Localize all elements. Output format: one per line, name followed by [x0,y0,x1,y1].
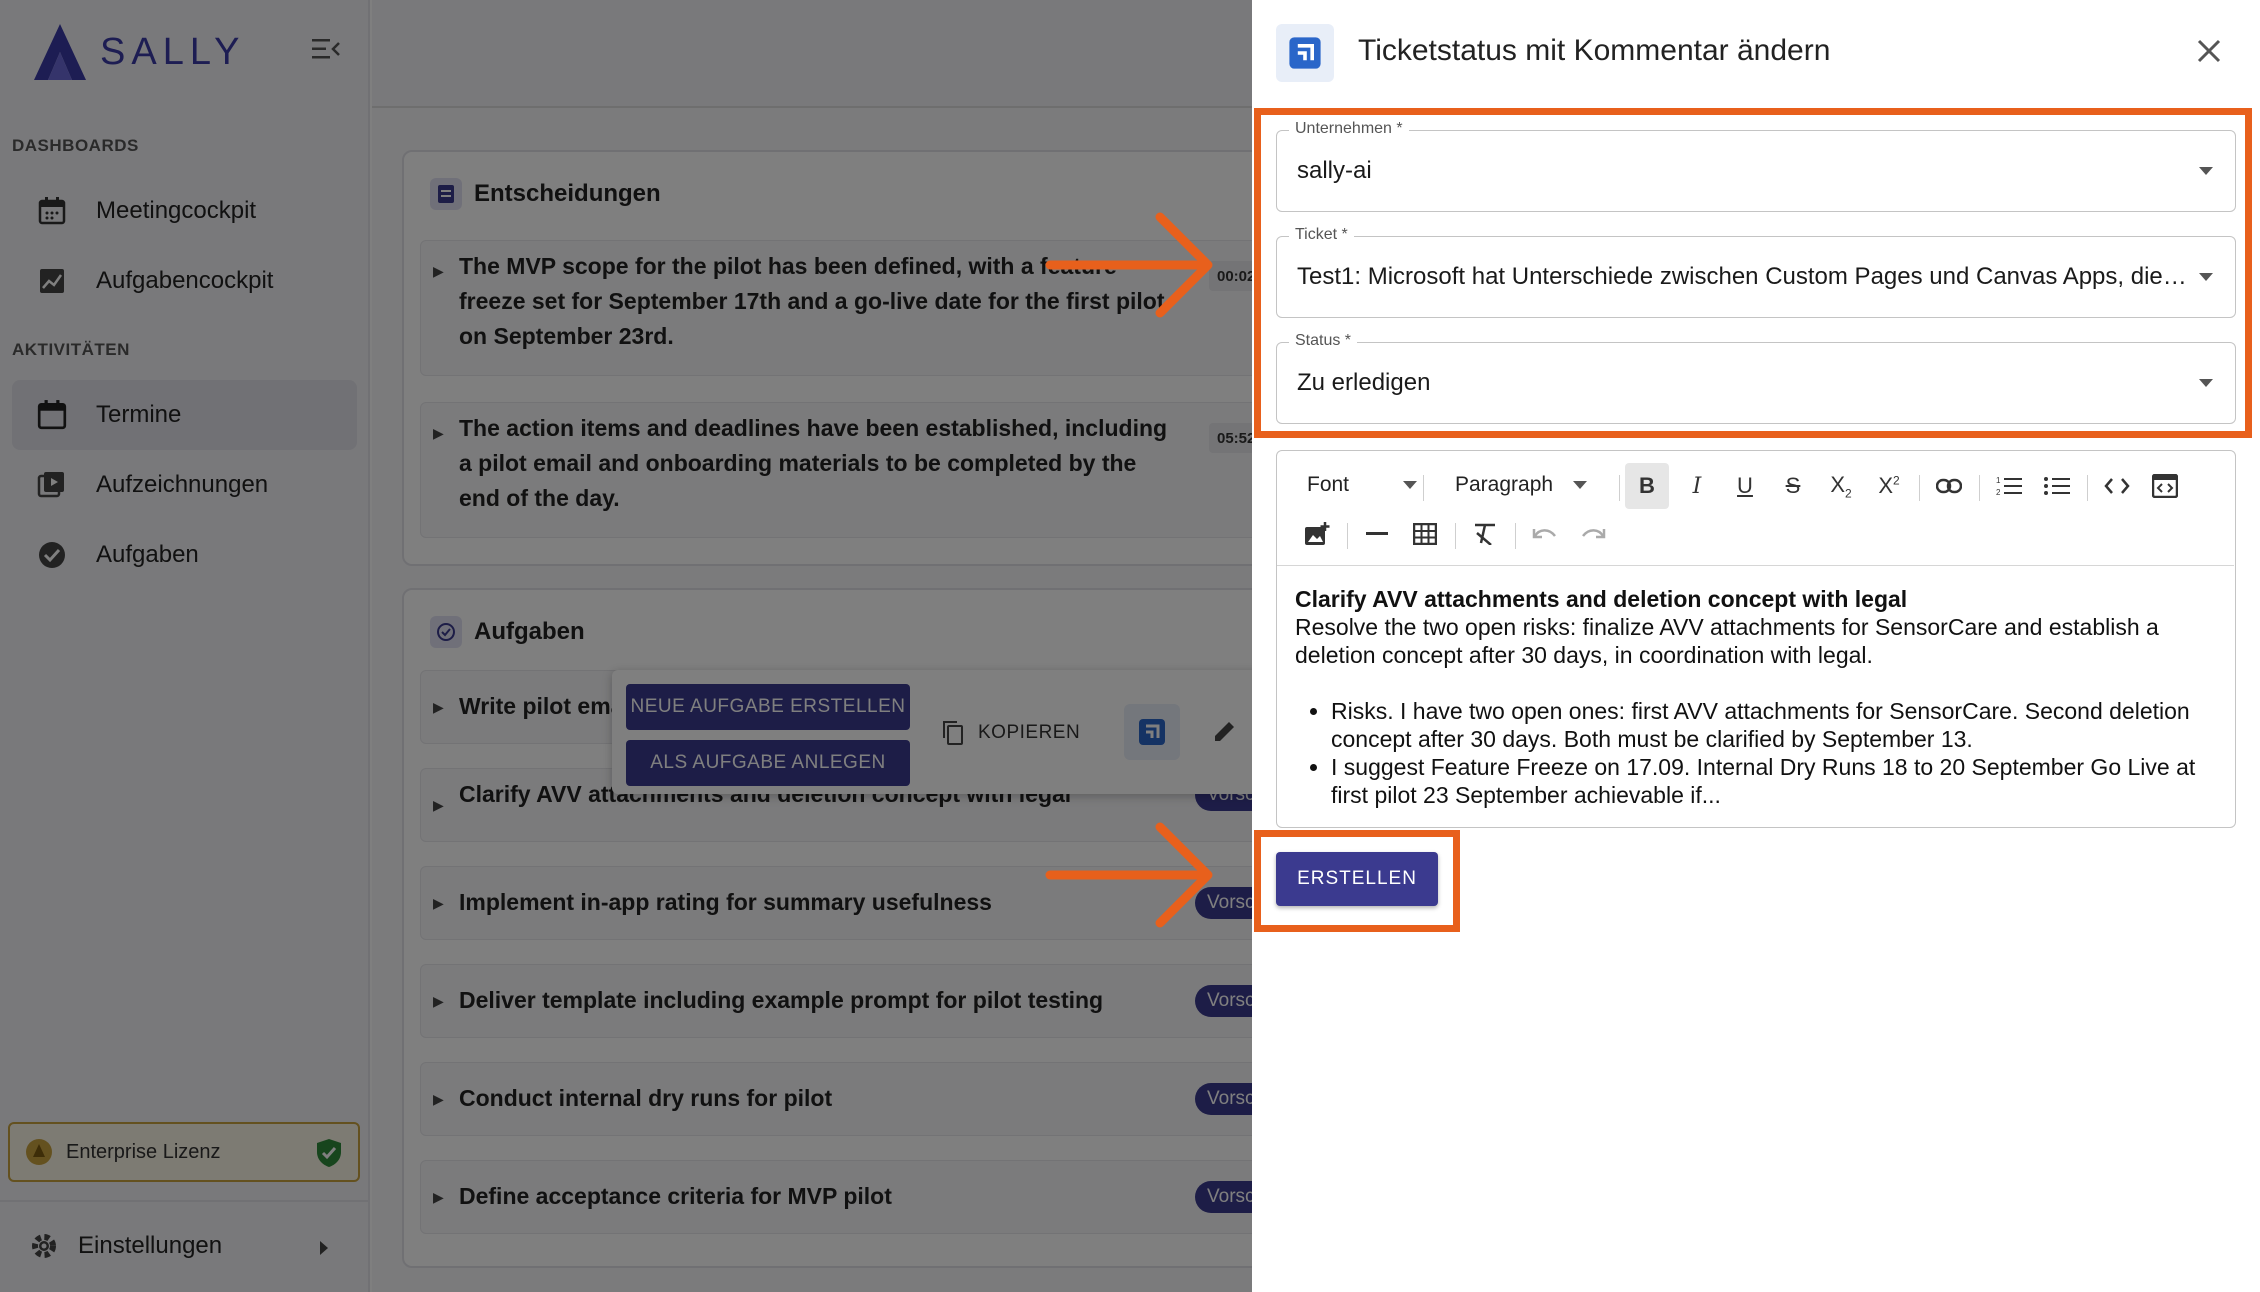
link-icon [1936,478,1962,494]
chevron-down-icon [1573,481,1588,489]
arrow-annotation-icon [1045,212,1213,318]
italic-icon: I [1692,473,1702,499]
insert-image-button[interactable] [1295,511,1339,557]
paragraph-dropdown-label: Paragraph [1455,473,1554,496]
undo-icon [1532,529,1556,539]
bullet-list-icon [2044,477,2070,495]
strikethrough-button[interactable]: S [1771,463,1815,509]
comment-body: Resolve the two open risks: finalize AVV… [1295,614,2159,668]
highlight-box-submit [1254,830,1460,932]
redo-button[interactable] [1571,511,1615,557]
code-icon [2104,478,2130,494]
redo-icon [1582,529,1606,539]
code-block-button[interactable] [2143,463,2187,509]
highlight-box-fields [1254,108,2252,438]
code-block-icon [2152,474,2178,498]
horizontal-rule-icon [1366,532,1388,535]
subscript-button[interactable]: X2 [1819,463,1863,509]
italic-button[interactable]: I [1675,463,1719,509]
code-button[interactable] [2095,463,2139,509]
svg-text:1: 1 [1996,476,2001,485]
table-button[interactable] [1403,511,1447,557]
subscript-icon: X2 [1830,471,1852,501]
jira-icon [1276,24,1334,82]
ordered-list-button[interactable]: 12 [1987,463,2031,509]
close-icon[interactable] [2194,36,2226,68]
undo-button[interactable] [1523,511,1567,557]
svg-text:2: 2 [1996,488,2001,497]
strikethrough-icon: S [1785,473,1801,498]
chevron-down-icon [1403,481,1418,489]
image-add-icon [1305,522,1330,545]
comment-editor: Font Paragraph B I U S X2 X2 12 Clarify … [1276,450,2236,828]
bold-button[interactable]: B [1625,463,1669,509]
paragraph-dropdown[interactable]: Paragraph [1455,473,1588,497]
font-dropdown[interactable]: Font [1307,473,1418,497]
bold-icon: B [1639,473,1655,498]
editor-content[interactable]: Clarify AVV attachments and deletion con… [1295,585,2215,809]
horizontal-rule-button[interactable] [1355,511,1399,557]
comment-title: Clarify AVV attachments and deletion con… [1295,586,1908,612]
clear-format-button[interactable] [1463,511,1507,557]
superscript-button[interactable]: X2 [1867,463,1911,509]
superscript-icon: X2 [1878,473,1900,498]
comment-bullets: Risks. I have two open ones: first AVV a… [1295,697,2215,809]
ordered-list-icon: 12 [1996,476,2022,497]
font-dropdown-label: Font [1307,473,1350,496]
modal-backdrop[interactable] [0,0,1252,1292]
underline-icon: U [1737,473,1753,498]
underline-button[interactable]: U [1723,463,1767,509]
editor-toolbar: Font Paragraph B I U S X2 X2 12 [1277,451,2234,566]
table-icon [1413,523,1437,545]
bullet-list-button[interactable] [2035,463,2079,509]
list-item: I suggest Feature Freeze on 17.09. Inter… [1331,753,2215,809]
list-item: Risks. I have two open ones: first AVV a… [1331,697,2215,753]
dialog-title: Ticketstatus mit Kommentar ändern [1358,34,1831,67]
link-button[interactable] [1927,463,1971,509]
clear-format-icon [1475,523,1495,545]
arrow-annotation-icon [1045,822,1213,928]
